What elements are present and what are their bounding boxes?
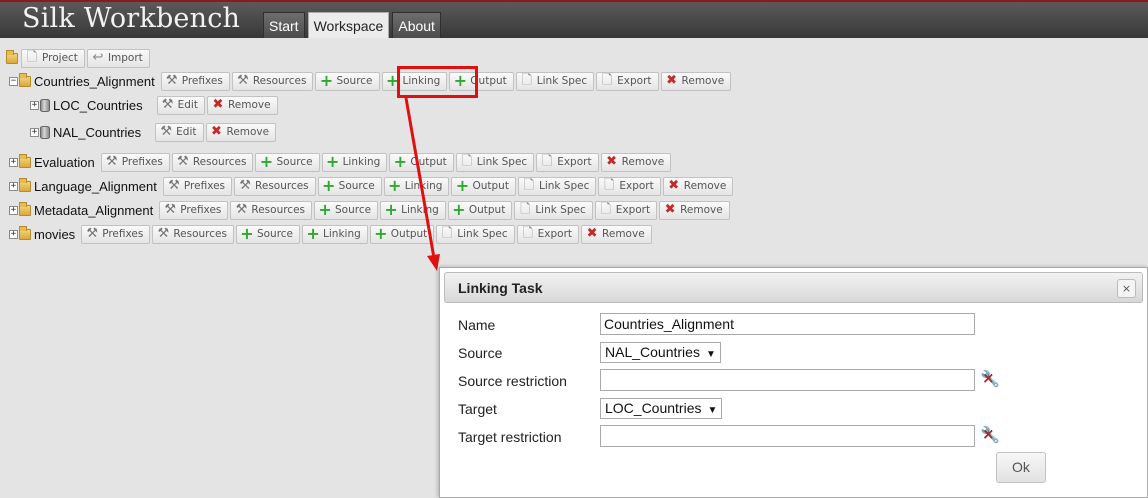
source-label: Source [458, 345, 503, 361]
dropdown-arrow-icon: ▼ [705, 349, 716, 360]
target-select[interactable]: LOC_Countries ▼ [600, 398, 723, 419]
target-select-value: LOC_Countries [605, 400, 702, 416]
source-restriction-field[interactable] [600, 369, 975, 391]
dialog-header: Linking Task × [444, 272, 1143, 303]
source-select-value: NAL_Countries [605, 344, 700, 360]
dialog-title: Linking Task [458, 280, 543, 296]
source-select[interactable]: NAL_Countries ▼ [600, 342, 721, 363]
target-restriction-field[interactable] [600, 425, 975, 447]
source-restriction-label: Source restriction [458, 373, 567, 389]
ok-button[interactable]: Ok [996, 452, 1046, 483]
name-label: Name [458, 317, 496, 333]
target-restriction-label: Target restriction [458, 429, 562, 445]
source-restriction-editor-icon[interactable]: 🔧 [980, 369, 1000, 388]
dropdown-arrow-icon: ▼ [707, 405, 718, 416]
name-field[interactable]: Countries_Alignment [600, 313, 975, 335]
linking-task-dialog: Linking Task × Name Countries_Alignment … [439, 267, 1148, 498]
close-icon[interactable]: × [1117, 279, 1136, 298]
target-restriction-editor-icon[interactable]: 🔧 [980, 425, 1000, 444]
target-label: Target [458, 401, 497, 417]
